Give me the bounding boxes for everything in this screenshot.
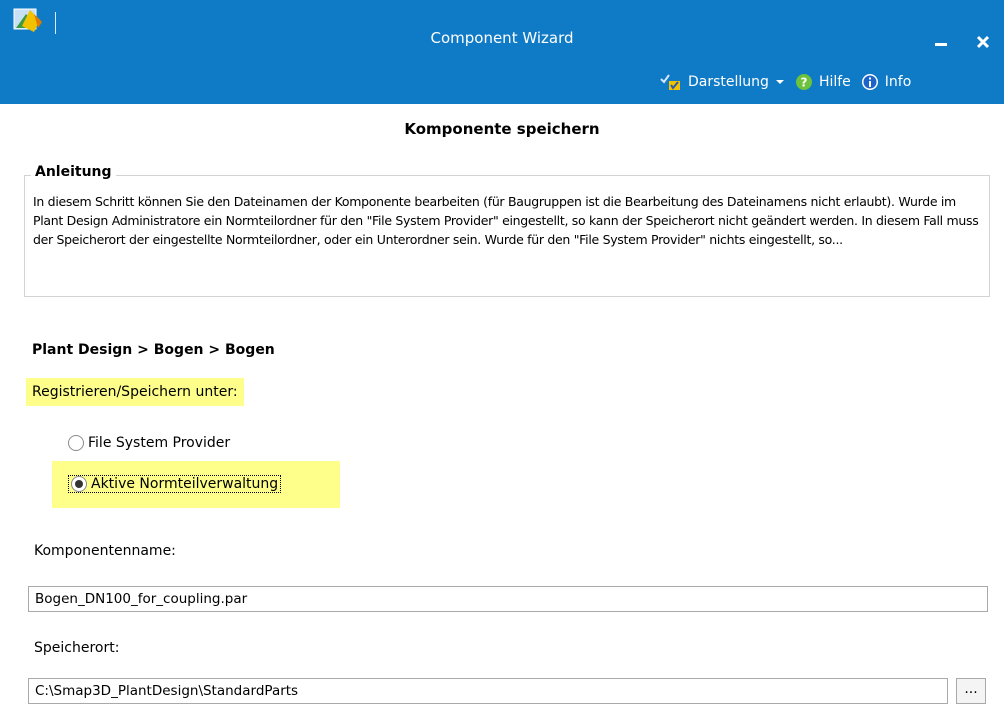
svg-text:?: ? bbox=[800, 76, 807, 90]
hilfe-label: Hilfe bbox=[818, 74, 851, 90]
darstellung-menu[interactable]: Darstellung bbox=[660, 73, 785, 91]
hilfe-button[interactable]: ? Hilfe bbox=[795, 73, 851, 91]
instructions-heading: Anleitung bbox=[31, 164, 116, 180]
minimize-button[interactable] bbox=[928, 30, 954, 54]
radio-file-system-provider[interactable]: File System Provider bbox=[68, 432, 230, 454]
radio-label: File System Provider bbox=[88, 435, 231, 451]
window-title: Component Wizard bbox=[430, 29, 574, 47]
register-label: Registrieren/Speichern unter: bbox=[26, 378, 244, 406]
minimize-icon bbox=[935, 43, 947, 46]
info-icon bbox=[861, 74, 878, 90]
radio-circle-checked[interactable] bbox=[71, 476, 87, 492]
info-button[interactable]: Info bbox=[861, 73, 912, 91]
browse-button[interactable]: ... bbox=[956, 678, 986, 704]
info-label: Info bbox=[884, 74, 912, 90]
radio-label: Aktive Normteilverwaltung bbox=[91, 476, 279, 492]
radio-aktive-normteilverwaltung[interactable]: Aktive Normteilverwaltung bbox=[68, 472, 282, 496]
chevron-down-icon bbox=[775, 80, 784, 84]
location-label: Speicherort: bbox=[34, 640, 120, 656]
instructions-text: In diesem Schritt können Sie den Dateina… bbox=[33, 194, 979, 247]
title-bar: Component Wizard Darstellung ? Hilfe Inf… bbox=[0, 0, 1004, 104]
toolbar: Darstellung ? Hilfe Info bbox=[660, 68, 1004, 96]
instructions-group: Anleitung In diesem Schritt können Sie d… bbox=[24, 164, 990, 297]
close-button[interactable] bbox=[970, 30, 996, 54]
page-title: Komponente speichern bbox=[404, 120, 600, 138]
radio-focus-outline: Aktive Normteilverwaltung bbox=[68, 475, 282, 493]
breadcrumb: Plant Design > Bogen > Bogen bbox=[32, 342, 275, 358]
location-input[interactable] bbox=[28, 678, 948, 704]
radio-circle[interactable] bbox=[68, 435, 84, 451]
darstellung-label: Darstellung bbox=[688, 74, 769, 90]
checklist-icon bbox=[660, 74, 680, 90]
help-icon: ? bbox=[795, 74, 812, 90]
component-name-label: Komponentenname: bbox=[34, 543, 176, 559]
close-icon bbox=[976, 35, 990, 49]
component-name-input[interactable] bbox=[28, 586, 988, 612]
